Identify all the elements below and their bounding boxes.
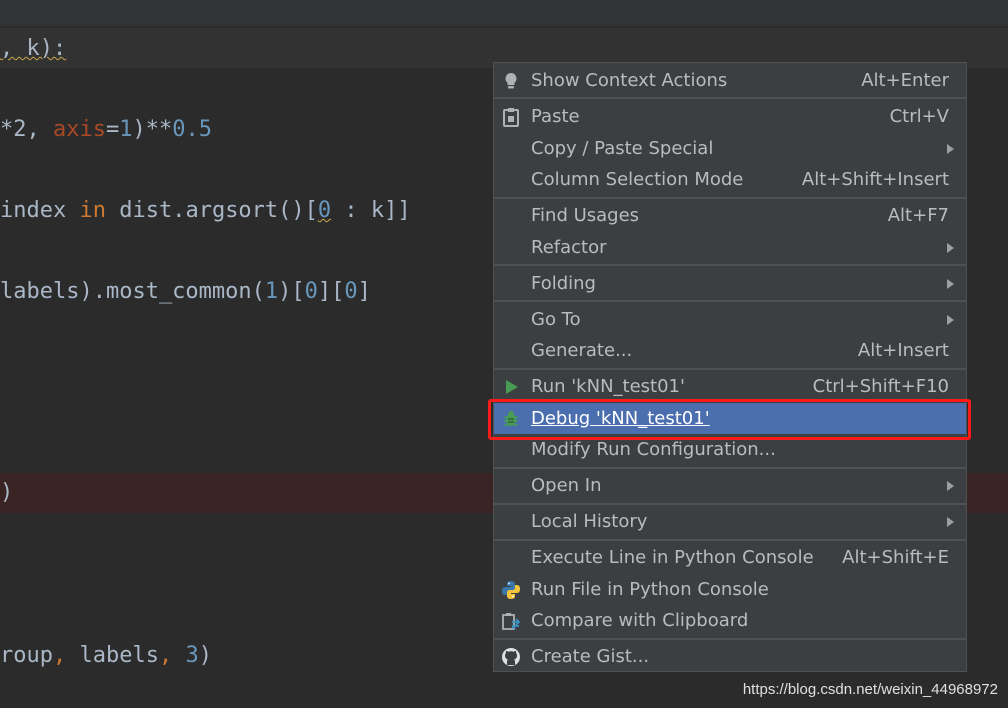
menu-separator <box>494 264 966 266</box>
menu-separator <box>494 97 966 99</box>
menu-item-execute-line-in-python-console[interactable]: Execute Line in Python Console Alt+Shift… <box>494 542 966 573</box>
submenu-arrow-icon <box>947 243 954 253</box>
menu-separator <box>494 300 966 302</box>
menu-item-refactor[interactable]: Refactor <box>494 232 966 263</box>
menu-item-create-gist[interactable]: Create Gist... <box>494 641 966 672</box>
menu-item-folding[interactable]: Folding <box>494 268 966 299</box>
clipboard-icon <box>501 106 521 127</box>
submenu-arrow-icon <box>947 517 954 527</box>
menu-item-column-selection-mode[interactable]: Column Selection Mode Alt+Shift+Insert <box>494 164 966 195</box>
menu-item-generate[interactable]: Generate... Alt+Insert <box>494 335 966 366</box>
code-line: labels).most_common(1)[0][0] <box>0 279 371 304</box>
menu-separator <box>494 638 966 640</box>
lightbulb-icon <box>501 70 521 90</box>
menu-separator <box>494 503 966 505</box>
menu-item-find-usages[interactable]: Find Usages Alt+F7 <box>494 200 966 231</box>
compare-icon <box>501 610 521 630</box>
code-line: *2, axis=1)**0.5 <box>0 117 212 142</box>
watermark: https://blog.csdn.net/weixin_44968972 <box>742 681 998 698</box>
menu-item-paste[interactable]: Paste Ctrl+V <box>494 101 966 132</box>
menu-item-show-context-actions[interactable]: Show Context Actions Alt+Enter <box>494 65 966 96</box>
submenu-arrow-icon <box>947 279 954 289</box>
github-icon <box>501 646 521 666</box>
code-line: roup, labels, 3) <box>0 643 212 668</box>
code-line: ) <box>0 480 14 505</box>
menu-separator <box>494 197 966 199</box>
editor-tab-bar <box>0 0 1008 26</box>
menu-item-run-file-in-python-console[interactable]: Run File in Python Console <box>494 574 966 605</box>
run-icon <box>501 376 521 396</box>
menu-separator <box>494 539 966 541</box>
menu-item-open-in[interactable]: Open In <box>494 470 966 501</box>
menu-item-compare-with-clipboard[interactable]: Compare with Clipboard <box>494 605 966 636</box>
submenu-arrow-icon <box>947 315 954 325</box>
python-icon <box>501 579 521 599</box>
menu-separator <box>494 467 966 469</box>
code-line: , k): <box>0 36 67 61</box>
menu-item-run[interactable]: Run 'kNN_test01' Ctrl+Shift+F10 <box>494 371 966 402</box>
red-highlight-box <box>488 399 971 440</box>
context-menu: Show Context Actions Alt+Enter Paste Ctr… <box>493 62 967 672</box>
menu-item-local-history[interactable]: Local History <box>494 506 966 537</box>
code-line: index in dist.argsort()[0 : k]] <box>0 198 411 223</box>
submenu-arrow-icon <box>947 481 954 491</box>
menu-separator <box>494 368 966 370</box>
submenu-arrow-icon <box>947 144 954 154</box>
menu-item-copy-paste-special[interactable]: Copy / Paste Special <box>494 133 966 164</box>
menu-item-go-to[interactable]: Go To <box>494 304 966 335</box>
